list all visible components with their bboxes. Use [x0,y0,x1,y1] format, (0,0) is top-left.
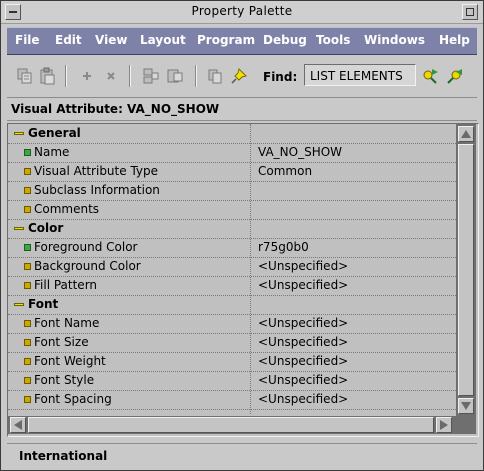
property-row[interactable]: Visual Attribute Type Common [8,162,456,182]
property-value[interactable]: <Unspecified> [258,373,348,387]
vertical-scroll-thumb[interactable] [458,144,474,396]
property-value[interactable]: <Unspecified> [258,335,348,349]
menu-program[interactable]: Program [197,33,255,47]
property-row[interactable]: Comments [8,200,456,220]
menu-debug[interactable]: Debug [263,33,307,47]
property-name: Color [28,221,64,235]
property-row[interactable]: Font Spacing <Unspecified> [8,390,456,410]
title-bar[interactable]: Property Palette [1,1,483,24]
default-property-icon [24,206,31,213]
inherit-icon[interactable] [205,66,225,86]
property-name: Comments [34,202,100,216]
default-property-icon [24,339,31,346]
find-next-icon[interactable] [420,66,440,86]
scroll-down-button[interactable] [458,398,474,414]
add-property-icon[interactable] [77,66,97,86]
changed-property-icon [24,149,31,156]
delete-property-icon[interactable] [101,66,121,86]
default-property-icon [24,263,31,270]
toolbar-separator [195,65,197,87]
find-input[interactable]: LIST ELEMENTS [304,64,416,86]
property-row[interactable]: Background Color <Unspecified> [8,257,456,277]
property-row[interactable]: Font Weight <Unspecified> [8,352,456,372]
property-value[interactable]: <Unspecified> [258,259,348,273]
default-property-icon [24,320,31,327]
property-row[interactable]: Subclass Information [8,181,456,201]
default-property-icon [24,168,31,175]
default-property-icon [24,396,31,403]
context-title: Visual Attribute: VA_NO_SHOW [11,102,220,116]
property-value[interactable]: <Unspecified> [258,278,348,292]
property-name: Font Spacing [34,392,112,406]
property-name: Fill Pattern [34,278,98,292]
vertical-scrollbar[interactable] [456,124,476,416]
toolbar-separator [129,65,131,87]
property-row[interactable]: Font Name <Unspecified> [8,314,456,334]
paste-properties-icon[interactable] [37,66,57,86]
menu-layout[interactable]: Layout [140,33,186,47]
status-bar: International [7,443,477,468]
property-value[interactable]: r75g0b0 [258,240,309,254]
horizontal-scrollbar[interactable] [8,416,476,434]
property-name: Font Style [34,373,95,387]
property-name: Name [34,145,70,159]
find-label: Find: [263,70,298,84]
property-group-row[interactable]: General [8,124,456,144]
union-icon[interactable] [165,66,185,86]
freeze-pushpin-icon[interactable] [229,66,249,86]
menu-tools[interactable]: Tools [316,33,350,47]
scroll-left-button[interactable] [10,417,26,433]
property-name: Font Size [34,335,89,349]
property-name: Background Color [34,259,141,273]
default-property-icon [24,377,31,384]
property-value[interactable]: VA_NO_SHOW [258,145,342,159]
property-value[interactable]: Common [258,164,312,178]
context-bar: Visual Attribute: VA_NO_SHOW [7,97,477,121]
property-name: Font Weight [34,354,106,368]
status-text: International [19,449,108,463]
property-row[interactable]: Name VA_NO_SHOW [8,143,456,163]
property-value[interactable]: <Unspecified> [258,354,348,368]
default-property-icon [24,358,31,365]
property-value[interactable]: <Unspecified> [258,392,348,406]
horizontal-scroll-thumb[interactable] [28,417,434,433]
toolbar: Find: LIST ELEMENTS [7,59,477,93]
property-grid: General Name VA_NO_SHOW Visual Attribute Ty… [7,123,479,437]
menu-edit[interactable]: Edit [55,33,82,47]
property-row[interactable]: Font Size <Unspecified> [8,333,456,353]
property-name: Foreground Color [34,240,138,254]
copy-properties-icon[interactable] [15,66,35,86]
collapse-icon[interactable] [14,132,24,135]
property-group-row[interactable]: Font [8,295,456,315]
find-previous-icon[interactable] [445,66,465,86]
default-property-icon [24,187,31,194]
menu-help[interactable]: Help [439,33,470,47]
maximize-button[interactable] [462,4,478,20]
changed-property-icon [24,244,31,251]
menu-file[interactable]: File [15,33,40,47]
property-row[interactable]: Foreground Color r75g0b0 [8,238,456,258]
menu-view[interactable]: View [95,33,127,47]
menu-bar: File Edit View Layout Program Debug Tool… [7,27,477,55]
property-group-row[interactable]: Color [8,219,456,239]
toolbar-separator [65,65,67,87]
property-row[interactable]: Font Style <Unspecified> [8,371,456,391]
scroll-right-button[interactable] [436,417,452,433]
collapse-icon[interactable] [14,227,24,230]
property-name: Font [28,297,59,311]
property-name: Visual Attribute Type [34,164,159,178]
collapse-icon[interactable] [14,303,24,306]
property-value[interactable]: <Unspecified> [258,316,348,330]
default-property-icon [24,282,31,289]
window-title: Property Palette [191,4,293,18]
property-palette-window: Property Palette File Edit View Layout P… [0,0,484,471]
property-row[interactable]: Fill Pattern <Unspecified> [8,276,456,296]
intersection-icon[interactable] [141,66,161,86]
property-name: General [28,126,81,140]
property-name: Font Name [34,316,100,330]
property-name: Subclass Information [34,183,160,197]
menu-windows[interactable]: Windows [364,33,425,47]
scroll-up-button[interactable] [458,126,474,142]
